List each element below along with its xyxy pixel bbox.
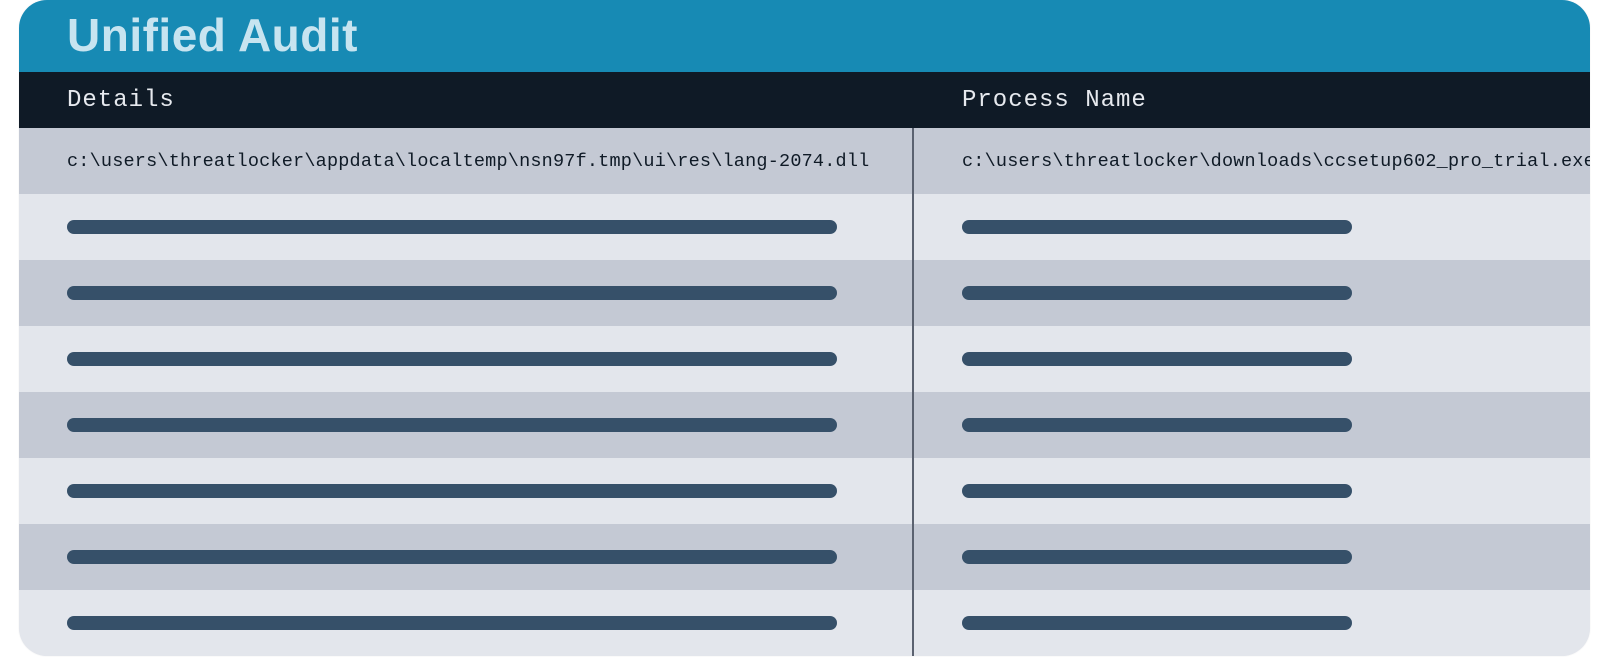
placeholder-bar: [67, 550, 837, 564]
cell-process: [914, 392, 1590, 458]
unified-audit-panel: Unified Audit Details Process Name c:\us…: [19, 0, 1590, 656]
cell-process: [914, 194, 1590, 260]
table-row[interactable]: [19, 326, 1590, 392]
cell-process: [914, 590, 1590, 656]
cell-details: [19, 590, 914, 656]
table-row[interactable]: [19, 590, 1590, 656]
cell-process-text: c:\users\threatlocker\downloads\ccsetup6…: [962, 151, 1590, 172]
column-header-process[interactable]: Process Name: [914, 72, 1590, 128]
cell-process: [914, 458, 1590, 524]
placeholder-bar: [67, 220, 837, 234]
placeholder-bar: [962, 418, 1352, 432]
cell-details: [19, 194, 914, 260]
placeholder-bar: [962, 220, 1352, 234]
table-row[interactable]: [19, 392, 1590, 458]
cell-details: [19, 260, 914, 326]
cell-details: c:\users\threatlocker\appdata\localtemp\…: [19, 128, 914, 194]
placeholder-bar: [962, 616, 1352, 630]
panel-titlebar: Unified Audit: [19, 0, 1590, 72]
placeholder-bar: [67, 616, 837, 630]
table-header: Details Process Name: [19, 72, 1590, 128]
table-row[interactable]: [19, 524, 1590, 590]
panel-title: Unified Audit: [67, 8, 358, 62]
placeholder-bar: [962, 352, 1352, 366]
column-header-details-label: Details: [67, 87, 175, 114]
table-body: c:\users\threatlocker\appdata\localtemp\…: [19, 128, 1590, 656]
cell-details-text: c:\users\threatlocker\appdata\localtemp\…: [67, 151, 869, 172]
cell-process: [914, 326, 1590, 392]
cell-process: [914, 524, 1590, 590]
placeholder-bar: [67, 352, 837, 366]
placeholder-bar: [67, 484, 837, 498]
table-row[interactable]: [19, 458, 1590, 524]
cell-details: [19, 326, 914, 392]
placeholder-bar: [962, 286, 1352, 300]
table-row[interactable]: [19, 260, 1590, 326]
placeholder-bar: [67, 418, 837, 432]
placeholder-bar: [67, 286, 837, 300]
table-row[interactable]: c:\users\threatlocker\appdata\localtemp\…: [19, 128, 1590, 194]
placeholder-bar: [962, 550, 1352, 564]
cell-process: [914, 260, 1590, 326]
cell-details: [19, 392, 914, 458]
table-row[interactable]: [19, 194, 1590, 260]
placeholder-bar: [962, 484, 1352, 498]
column-header-details[interactable]: Details: [19, 72, 914, 128]
cell-details: [19, 524, 914, 590]
column-header-process-label: Process Name: [962, 87, 1147, 114]
cell-details: [19, 458, 914, 524]
cell-process: c:\users\threatlocker\downloads\ccsetup6…: [914, 128, 1590, 194]
